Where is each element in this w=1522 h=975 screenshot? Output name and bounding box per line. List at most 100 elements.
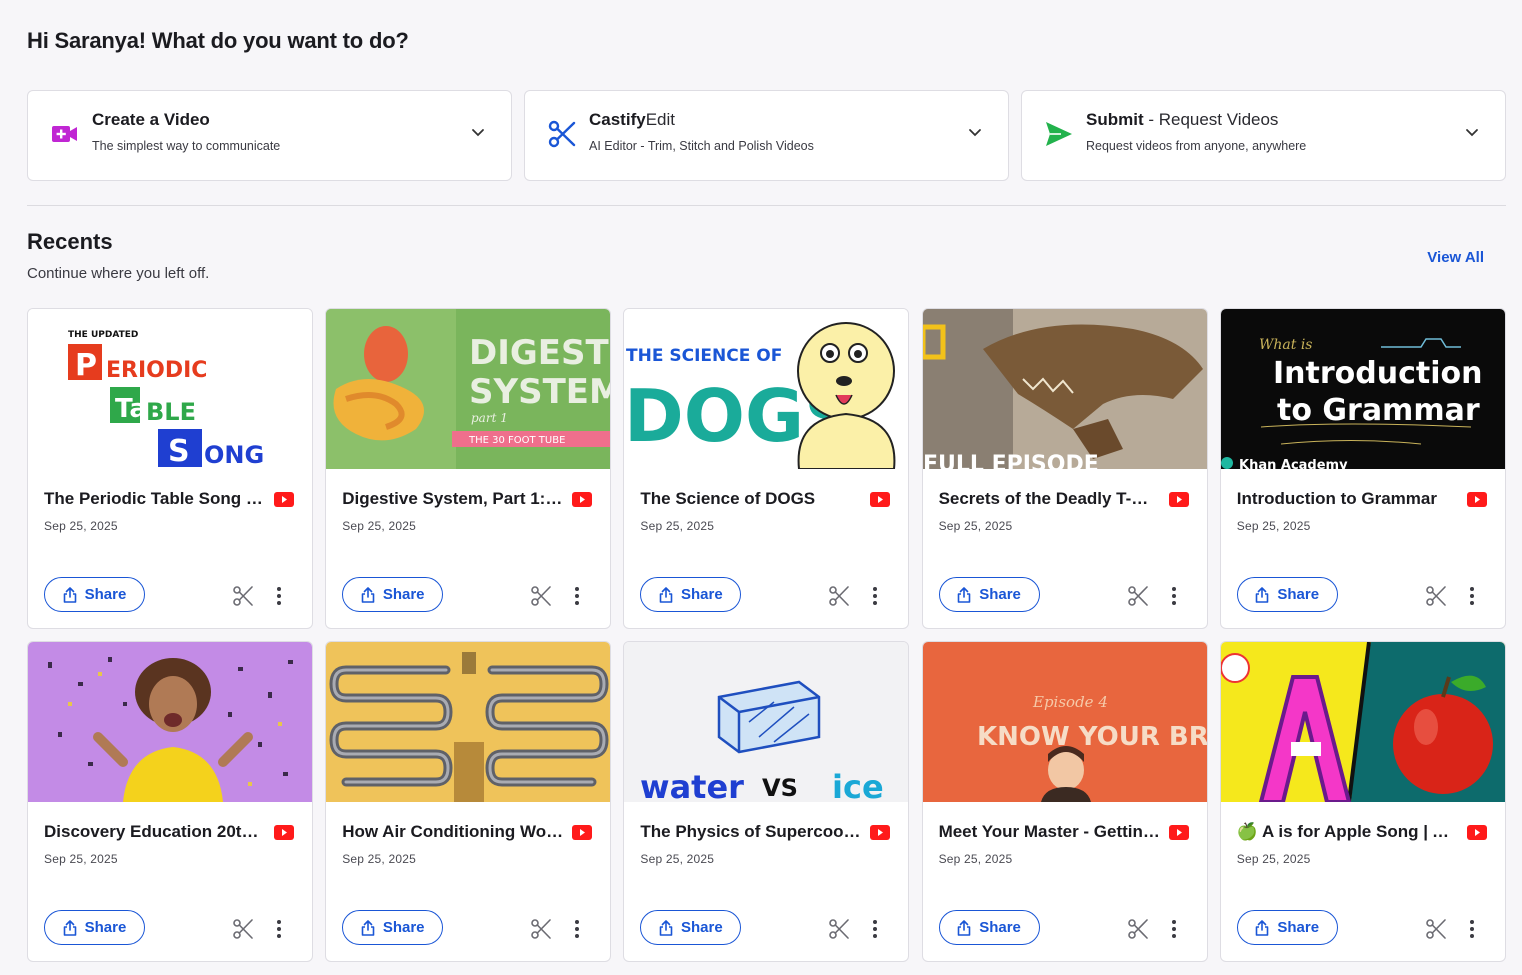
youtube-icon [1466,825,1487,840]
share-button[interactable]: Share [640,910,742,945]
share-button[interactable]: Share [1236,577,1338,612]
video-thumbnail[interactable] [28,642,312,802]
video-title[interactable]: The Physics of Supercooling [640,822,862,842]
video-date: Sep 25, 2025 [938,519,1013,533]
thumb-text: Khan Academy [1239,458,1348,469]
thumb-text: part 1 [471,411,508,425]
create-video-title: Create a Video [92,110,210,129]
share-label: Share [84,919,127,936]
video-thumbnail[interactable]: FULL EPISODE [922,309,1207,469]
video-title[interactable]: Secrets of the Deadly T-Rex [939,489,1161,509]
scissors-icon[interactable] [1425,918,1447,940]
share-label: Share [1277,586,1320,603]
scissors-icon[interactable] [530,585,552,607]
scissors-icon[interactable] [1127,585,1149,607]
video-title[interactable]: The Science of DOGS [640,489,862,509]
video-thumbnail[interactable]: water VS ice [624,642,909,802]
more-options-icon[interactable] [272,918,286,940]
video-date: Sep 25, 2025 [44,852,118,866]
chevron-down-icon[interactable] [1463,123,1481,141]
recents-grid: THE UPDATED P ERIODIC Ta BLE S ONG The P… [27,308,1506,962]
submit-request-card[interactable]: Submit - Request Videos Request videos f… [1021,90,1506,181]
scissors-icon[interactable] [232,918,254,940]
video-title[interactable]: Introduction to Grammar [1237,489,1459,509]
submit-subtitle: Request videos from anyone, anywhere [1086,139,1307,153]
video-thumbnail[interactable]: DIGESTIVE SYSTEM part 1 THE 30 FOOT TUBE [326,309,611,469]
video-thumbnail[interactable]: THE UPDATED P ERIODIC Ta BLE S ONG [28,309,312,469]
video-date: Sep 25, 2025 [342,519,416,533]
castify-edit-title: Castify [589,110,646,129]
video-thumbnail[interactable]: THE SCIENCE OF DOGS [624,309,909,469]
chevron-down-icon[interactable] [966,123,984,141]
video-card[interactable]: Episode 4 KNOW YOUR BRAIN Meet Your Mast… [921,641,1208,962]
youtube-icon [274,492,294,507]
castify-edit-card[interactable]: CastifyEdit AI Editor - Trim, Stitch and… [524,90,1009,181]
video-title[interactable]: Digestive System, Part 1: Crash Course A… [342,489,564,509]
submit-title: Submit [1086,110,1144,129]
video-title[interactable]: Meet Your Master - Getting to Know Your … [939,822,1161,842]
more-options-icon[interactable] [1167,918,1181,940]
share-icon [1256,919,1269,936]
view-all-link[interactable]: View All [1427,249,1484,266]
video-thumbnail[interactable]: What is Introduction to Grammar Khan Aca… [1220,309,1505,469]
share-button[interactable]: Share [640,577,742,612]
scissors-icon[interactable] [828,585,850,607]
share-label: Share [681,586,723,603]
scissors-icon[interactable] [1425,585,1447,607]
share-icon [63,586,76,603]
chevron-down-icon[interactable] [469,123,487,141]
share-button[interactable]: Share [938,577,1040,612]
video-card[interactable]: What is Introduction to Grammar Khan Aca… [1219,308,1506,629]
more-options-icon[interactable] [868,918,882,940]
video-date: Sep 25, 2025 [640,852,715,866]
video-card[interactable]: THE SCIENCE OF DOGS The Science of DOGS … [623,308,910,629]
more-options-icon[interactable] [570,585,584,607]
video-thumbnail[interactable]: A [1220,642,1505,802]
share-button[interactable]: Share [44,910,145,945]
more-options-icon[interactable] [570,918,584,940]
video-card[interactable]: A 🍏 A is for Apple Song | ABC Phonics Se… [1219,641,1506,962]
video-date: Sep 25, 2025 [44,519,118,533]
thumb-text: Introduction [1273,356,1482,391]
video-card[interactable]: How Air Conditioning Works Sep 25, 2025 … [325,641,612,962]
more-options-icon[interactable] [868,585,882,607]
share-button[interactable]: Share [938,910,1040,945]
video-card[interactable]: THE UPDATED P ERIODIC Ta BLE S ONG The P… [27,308,313,629]
video-title[interactable]: Discovery Education 20th Anniversary [44,822,266,842]
more-options-icon[interactable] [1465,585,1479,607]
share-icon [1256,586,1269,603]
video-title[interactable]: How Air Conditioning Works [342,822,564,842]
castify-edit-title-suffix: Edit [645,110,675,129]
share-button[interactable]: Share [342,910,444,945]
section-divider [27,205,1506,206]
scissors-icon[interactable] [232,585,254,607]
create-video-subtitle: The simplest way to communicate [92,139,281,153]
share-button[interactable]: Share [44,577,145,612]
share-icon [659,586,673,603]
quick-actions: Create a Video The simplest way to commu… [27,90,1506,181]
video-card[interactable]: DIGESTIVE SYSTEM part 1 THE 30 FOOT TUBE… [325,308,612,629]
scissors-icon[interactable] [828,918,850,940]
share-label: Share [979,919,1021,936]
share-icon [63,919,76,936]
youtube-icon [572,492,593,507]
more-options-icon[interactable] [272,585,286,607]
video-card[interactable]: FULL EPISODE Secrets of the Deadly T-Rex… [921,308,1208,629]
share-button[interactable]: Share [342,577,444,612]
more-options-icon[interactable] [1167,585,1181,607]
thumb-text: FULL EPISODE [923,452,1099,469]
thumb-text: THE SCIENCE OF [626,346,782,366]
share-button[interactable]: Share [1236,910,1338,945]
scissors-icon[interactable] [530,918,552,940]
video-title[interactable]: 🍏 A is for Apple Song | ABC Phonics [1237,822,1459,842]
create-video-card[interactable]: Create a Video The simplest way to commu… [27,90,512,181]
thumb-text: VS [762,774,798,802]
scissors-icon[interactable] [1127,918,1149,940]
video-thumbnail[interactable]: Episode 4 KNOW YOUR BRAIN [922,642,1207,802]
video-card[interactable]: Discovery Education 20th Anniversary Sep… [27,641,313,962]
video-thumbnail[interactable] [326,642,611,802]
more-options-icon[interactable] [1465,918,1479,940]
video-title[interactable]: The Periodic Table Song (2024 Update!) |… [44,489,266,509]
share-label: Share [382,586,425,603]
video-card[interactable]: water VS ice The Physics of Supercooling… [623,641,910,962]
